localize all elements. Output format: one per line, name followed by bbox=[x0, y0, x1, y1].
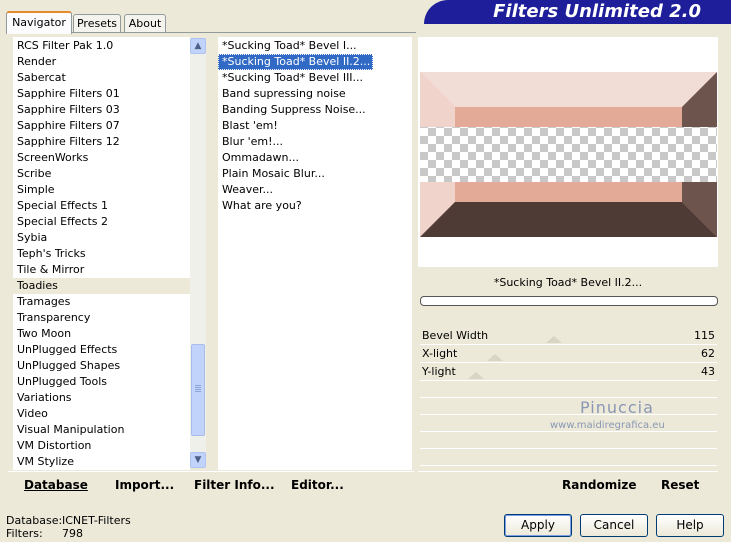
filter-title: *Sucking Toad* Bevel II.2... bbox=[493, 276, 643, 289]
category-scrollbar[interactable]: ▲ ▼ bbox=[190, 38, 206, 468]
category-item[interactable]: VM Distortion bbox=[13, 438, 190, 454]
category-item[interactable]: Video bbox=[13, 406, 190, 422]
param-slider-row[interactable]: X-light 62 bbox=[420, 345, 717, 363]
bevel-top bbox=[420, 72, 717, 107]
bevel-bottom bbox=[420, 202, 717, 237]
category-item[interactable]: Scribe bbox=[13, 166, 190, 182]
category-item[interactable]: Sapphire Filters 07 bbox=[13, 118, 190, 134]
filter-item[interactable]: Weaver... bbox=[218, 182, 276, 198]
scroll-down-button[interactable]: ▼ bbox=[190, 452, 206, 468]
category-item[interactable]: Sabercat bbox=[13, 70, 190, 86]
category-item[interactable]: Transparency bbox=[13, 310, 190, 326]
slider-thumb[interactable] bbox=[467, 372, 484, 379]
param-label: Y-light bbox=[422, 365, 456, 378]
filter-item[interactable]: What are you? bbox=[218, 198, 305, 214]
category-item[interactable]: ScreenWorks bbox=[13, 150, 190, 166]
param-value: 115 bbox=[694, 329, 715, 342]
filter-item[interactable]: Blur 'em!... bbox=[218, 134, 286, 150]
filter-item[interactable]: Plain Mosaic Blur... bbox=[218, 166, 328, 182]
category-item[interactable]: Tile & Mirror bbox=[13, 262, 190, 278]
param-slider-row[interactable]: Bevel Width 115 bbox=[420, 327, 717, 345]
database-value: ICNET-Filters bbox=[62, 514, 131, 527]
transparent-band bbox=[420, 127, 717, 182]
param-row-empty bbox=[420, 398, 717, 415]
apply-button[interactable]: Apply bbox=[504, 514, 572, 537]
slider-thumb[interactable] bbox=[487, 354, 504, 361]
tab-navigator[interactable]: Navigator bbox=[6, 11, 72, 34]
category-list[interactable]: RCS Filter Pak 1.0 Render Sabercat Sapphire… bbox=[13, 37, 190, 470]
category-item[interactable]: UnPlugged Tools bbox=[13, 374, 190, 390]
reset-button[interactable]: Reset bbox=[661, 478, 699, 492]
category-item[interactable]: Simple bbox=[13, 182, 190, 198]
category-item[interactable]: Sybia bbox=[13, 230, 190, 246]
import-button[interactable]: Import... bbox=[115, 478, 174, 492]
filter-preview bbox=[420, 72, 717, 237]
category-item[interactable]: Teph's Tricks bbox=[13, 246, 190, 262]
scroll-up-button[interactable]: ▲ bbox=[190, 38, 206, 54]
category-item[interactable]: RCS Filter Pak 1.0 bbox=[13, 38, 190, 54]
param-row-empty bbox=[420, 432, 717, 449]
cancel-button[interactable]: Cancel bbox=[580, 514, 648, 537]
category-item[interactable]: UnPlugged Effects bbox=[13, 342, 190, 358]
randomize-button[interactable]: Randomize bbox=[562, 478, 636, 492]
category-item[interactable]: Special Effects 1 bbox=[13, 198, 190, 214]
category-item[interactable]: Two Moon bbox=[13, 326, 190, 342]
category-item[interactable]: Visual Manipulation bbox=[13, 422, 190, 438]
param-value: 62 bbox=[701, 347, 715, 360]
category-item[interactable]: Sapphire Filters 01 bbox=[13, 86, 190, 102]
watermark-site: www.maidiregrafica.eu bbox=[550, 420, 665, 431]
progress-bar bbox=[420, 296, 718, 306]
filter-item[interactable]: *Sucking Toad* Bevel II.2... bbox=[218, 54, 374, 70]
filter-item[interactable]: *Sucking Toad* Bevel I... bbox=[218, 38, 360, 54]
filter-list[interactable]: *Sucking Toad* Bevel I... *Sucking Toad* … bbox=[218, 37, 412, 470]
param-value: 43 bbox=[701, 365, 715, 378]
help-button[interactable]: Help bbox=[656, 514, 724, 537]
tab-about[interactable]: About bbox=[124, 14, 166, 32]
param-label: X-light bbox=[422, 347, 458, 360]
tab-presets[interactable]: Presets bbox=[73, 14, 121, 32]
editor-button[interactable]: Editor... bbox=[291, 478, 344, 492]
category-item[interactable]: Variations bbox=[13, 390, 190, 406]
filter-item[interactable]: Band supressing noise bbox=[218, 86, 349, 102]
filter-item[interactable]: Ommadawn... bbox=[218, 150, 302, 166]
filter-item[interactable]: Banding Suppress Noise... bbox=[218, 102, 369, 118]
slider-thumb[interactable] bbox=[546, 336, 562, 343]
param-label: Bevel Width bbox=[422, 329, 489, 342]
category-item[interactable]: Sapphire Filters 12 bbox=[13, 134, 190, 150]
category-item[interactable]: Render bbox=[13, 54, 190, 70]
param-slider-row[interactable]: Y-light 43 bbox=[420, 363, 717, 381]
filter-item[interactable]: Blast 'em! bbox=[218, 118, 281, 134]
app-title-banner: Filters Unlimited 2.0 bbox=[424, 0, 731, 24]
category-item[interactable]: Sapphire Filters 03 bbox=[13, 102, 190, 118]
category-item[interactable]: Special Effects 2 bbox=[13, 214, 190, 230]
category-item[interactable]: UnPlugged Shapes bbox=[13, 358, 190, 374]
watermark-name: Pinuccia bbox=[580, 398, 654, 417]
param-row-empty bbox=[420, 449, 717, 466]
filter-item[interactable]: *Sucking Toad* Bevel III... bbox=[218, 70, 366, 86]
category-item[interactable]: Tramages bbox=[13, 294, 190, 310]
database-button[interactable]: Database bbox=[24, 478, 88, 492]
filter-info-button[interactable]: Filter Info... bbox=[194, 478, 275, 492]
scroll-thumb[interactable] bbox=[191, 344, 205, 436]
param-row-empty bbox=[420, 381, 717, 398]
database-label: Database: bbox=[6, 514, 63, 527]
category-item[interactable]: Toadies bbox=[13, 278, 190, 294]
filters-count: 798 bbox=[62, 527, 83, 540]
category-item[interactable]: VM Stylize bbox=[13, 454, 190, 470]
filters-label: Filters: bbox=[6, 527, 43, 540]
